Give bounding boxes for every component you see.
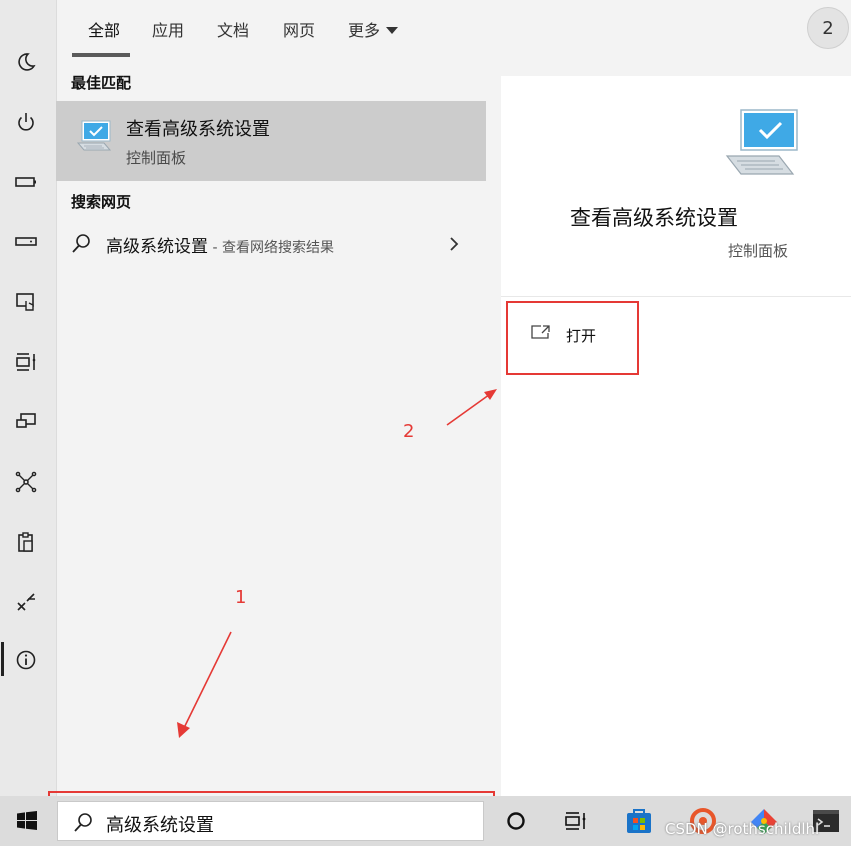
search-icon xyxy=(72,812,94,834)
search-input[interactable]: 高级系统设置 xyxy=(106,811,214,837)
windows-start-icon[interactable] xyxy=(12,806,42,836)
watermark: CSDN @rothschildlhl xyxy=(665,820,820,838)
annotation-arrows xyxy=(177,389,497,738)
task-view-icon[interactable] xyxy=(561,806,591,836)
annotation-step-2: 2 xyxy=(403,421,415,442)
arrow-2 xyxy=(446,389,497,426)
cortana-icon[interactable] xyxy=(501,806,531,836)
annotation-step-1: 1 xyxy=(235,587,247,608)
arrow-1 xyxy=(177,631,232,738)
taskbar: 高级系统设置 CSDN @rothschildlhl xyxy=(0,796,851,846)
store-icon[interactable] xyxy=(624,806,654,836)
taskbar-search-box[interactable]: 高级系统设置 xyxy=(57,801,484,841)
